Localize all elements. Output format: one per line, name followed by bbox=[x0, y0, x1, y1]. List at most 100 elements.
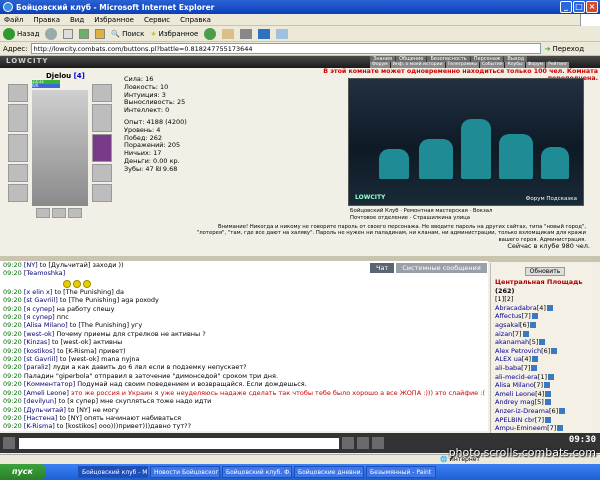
player-name[interactable]: Abracadabra bbox=[495, 304, 537, 312]
player-item[interactable]: akanamah[5] bbox=[495, 338, 594, 347]
task-button[interactable]: Бойцовский клуб - М... bbox=[78, 466, 148, 478]
amulet-slot[interactable] bbox=[92, 134, 112, 162]
player-item[interactable]: ali-mecid-era[1] bbox=[495, 373, 594, 382]
armor-slot[interactable] bbox=[8, 104, 28, 132]
belt-slot[interactable] bbox=[8, 164, 28, 182]
menu-file[interactable]: Файл bbox=[4, 16, 23, 24]
task-button[interactable]: Новости Бойцовског... bbox=[150, 466, 220, 478]
print-button[interactable] bbox=[240, 28, 253, 39]
player-info-icon[interactable] bbox=[559, 407, 566, 414]
player-item[interactable]: Ampu-Emineem[7] bbox=[495, 424, 594, 433]
chat-nick[interactable]: [K-Risma] bbox=[24, 422, 55, 430]
scene-forum-link[interactable]: Форум bbox=[526, 196, 545, 202]
player-name[interactable]: Ameli Leone bbox=[495, 390, 535, 398]
weapon-slot[interactable] bbox=[8, 134, 28, 162]
building[interactable] bbox=[461, 119, 491, 179]
player-name[interactable]: Affectus bbox=[495, 312, 522, 320]
chat-nick[interactable]: [Дульчитай] bbox=[24, 406, 66, 414]
chat-nick[interactable]: [Комментатор] bbox=[24, 380, 75, 388]
player-info-icon[interactable] bbox=[548, 373, 554, 380]
player-info-icon[interactable] bbox=[544, 382, 551, 389]
bracer-slot[interactable] bbox=[92, 184, 112, 202]
chat-nick[interactable]: [Alisa Milano] bbox=[24, 321, 68, 329]
pocket-slot-1[interactable] bbox=[36, 208, 50, 218]
player-info-icon[interactable] bbox=[522, 330, 529, 337]
address-input[interactable]: http://lowcity.combats.com/buttons.pl?ba… bbox=[30, 43, 541, 54]
home-button[interactable] bbox=[95, 28, 106, 39]
player-item[interactable]: Anzer-iz-Dreama[6] bbox=[495, 407, 594, 416]
player-name[interactable]: akanamah bbox=[495, 338, 529, 346]
chat-input[interactable] bbox=[19, 437, 339, 449]
chat-nick[interactable]: [st Gavriil] bbox=[24, 296, 58, 304]
chat-nick[interactable]: [Ameli Leone] bbox=[24, 389, 69, 397]
chat-nick[interactable]: [kostikos] bbox=[24, 347, 55, 355]
task-button[interactable]: Безымянный - Paint bbox=[366, 466, 436, 478]
chat-nick[interactable]: [devilyun] bbox=[24, 397, 57, 405]
chat-options-button[interactable] bbox=[3, 437, 15, 449]
chat-nick[interactable]: [я супер] bbox=[24, 313, 55, 321]
boots-slot[interactable] bbox=[8, 184, 28, 202]
player-info-icon[interactable] bbox=[545, 390, 552, 397]
go-button[interactable]: ➔ Переход bbox=[545, 45, 584, 53]
menu-help[interactable]: Справка bbox=[180, 16, 211, 24]
player-item[interactable]: aizan[7] bbox=[495, 330, 594, 339]
gloves-slot[interactable] bbox=[92, 164, 112, 182]
player-name[interactable]: ali-baba bbox=[495, 364, 521, 372]
player-item[interactable]: APELBIN cbr[7] bbox=[495, 416, 594, 425]
player-item[interactable]: agsakal[6] bbox=[495, 321, 594, 330]
player-item[interactable]: Abracadabra[4] bbox=[495, 304, 594, 313]
player-name[interactable]: Ampu-Emineem bbox=[495, 424, 547, 432]
send-button[interactable] bbox=[342, 437, 354, 449]
player-info-icon[interactable] bbox=[539, 339, 546, 346]
menu-tools[interactable]: Сервис bbox=[144, 16, 170, 24]
ring-slot[interactable] bbox=[92, 84, 112, 102]
location-link[interactable]: Страшилкина улица bbox=[413, 215, 470, 221]
location-link[interactable]: Вокзал bbox=[473, 208, 493, 214]
chat-nick[interactable]: [st Gavriil] bbox=[24, 355, 58, 363]
chat-nick[interactable]: [Teamoshka] bbox=[24, 269, 65, 277]
player-name[interactable]: Alex Petrovich bbox=[495, 347, 541, 355]
location-link[interactable]: Почтовое отделение bbox=[350, 215, 408, 221]
smiles-button[interactable] bbox=[357, 437, 369, 449]
building[interactable] bbox=[419, 139, 453, 179]
forward-button[interactable] bbox=[45, 27, 58, 40]
search-button[interactable]: 🔍 Поиск bbox=[111, 30, 144, 38]
player-item[interactable]: Alex Petrovich[6] bbox=[495, 347, 594, 356]
menu-view[interactable]: Вид bbox=[70, 16, 84, 24]
favorites-button[interactable]: ★ Избранное bbox=[150, 30, 198, 38]
player-name[interactable]: aizan bbox=[495, 330, 512, 338]
scene-hint-link[interactable]: Подсказка bbox=[546, 196, 577, 202]
close-button[interactable]: × bbox=[586, 1, 598, 13]
player-item[interactable]: Andrey mag[5] bbox=[495, 398, 594, 407]
building[interactable] bbox=[499, 134, 533, 179]
task-button[interactable]: Бойцовские дневни... bbox=[294, 466, 364, 478]
player-info-icon[interactable] bbox=[530, 321, 537, 328]
start-button[interactable]: пуск bbox=[0, 464, 46, 480]
pocket-slot-2[interactable] bbox=[52, 208, 66, 218]
player-info-icon[interactable] bbox=[532, 356, 539, 363]
player-name[interactable]: agsakal bbox=[495, 321, 520, 329]
player-info-icon[interactable] bbox=[544, 399, 551, 406]
menu-favorites[interactable]: Избранное bbox=[94, 16, 134, 24]
tab-system-messages[interactable]: Системные сообщения bbox=[396, 263, 487, 273]
maximize-button[interactable]: □ bbox=[573, 1, 585, 13]
chat-nick[interactable]: [Kinzas] bbox=[24, 338, 50, 346]
helmet-slot[interactable] bbox=[8, 84, 28, 102]
player-item[interactable]: Affectus[7] bbox=[495, 312, 594, 321]
building[interactable] bbox=[379, 149, 409, 179]
player-name[interactable]: ALEX ua bbox=[495, 355, 522, 363]
player-info-icon[interactable] bbox=[531, 364, 538, 371]
character-name[interactable]: Djelou bbox=[46, 72, 71, 80]
chat-nick[interactable]: [x elin x] bbox=[24, 288, 53, 296]
player-name[interactable]: Andrey mag bbox=[495, 398, 535, 406]
player-item[interactable]: ALEX ua[4] bbox=[495, 355, 594, 364]
location-link[interactable]: Бойцовский Клуб bbox=[350, 208, 399, 214]
player-item[interactable]: Ameli Leone[4] bbox=[495, 390, 594, 399]
location-link[interactable]: Ремонтная мастерская bbox=[404, 208, 468, 214]
shield-slot[interactable] bbox=[92, 104, 112, 132]
clear-button[interactable] bbox=[372, 437, 384, 449]
chat-nick[interactable]: [я супер] bbox=[24, 305, 55, 313]
task-button[interactable]: Бойцовский клуб. Ф... bbox=[222, 466, 292, 478]
player-name[interactable]: Anzer-iz-Dreama bbox=[495, 407, 549, 415]
refresh-list-button[interactable]: Обновить bbox=[525, 267, 565, 276]
